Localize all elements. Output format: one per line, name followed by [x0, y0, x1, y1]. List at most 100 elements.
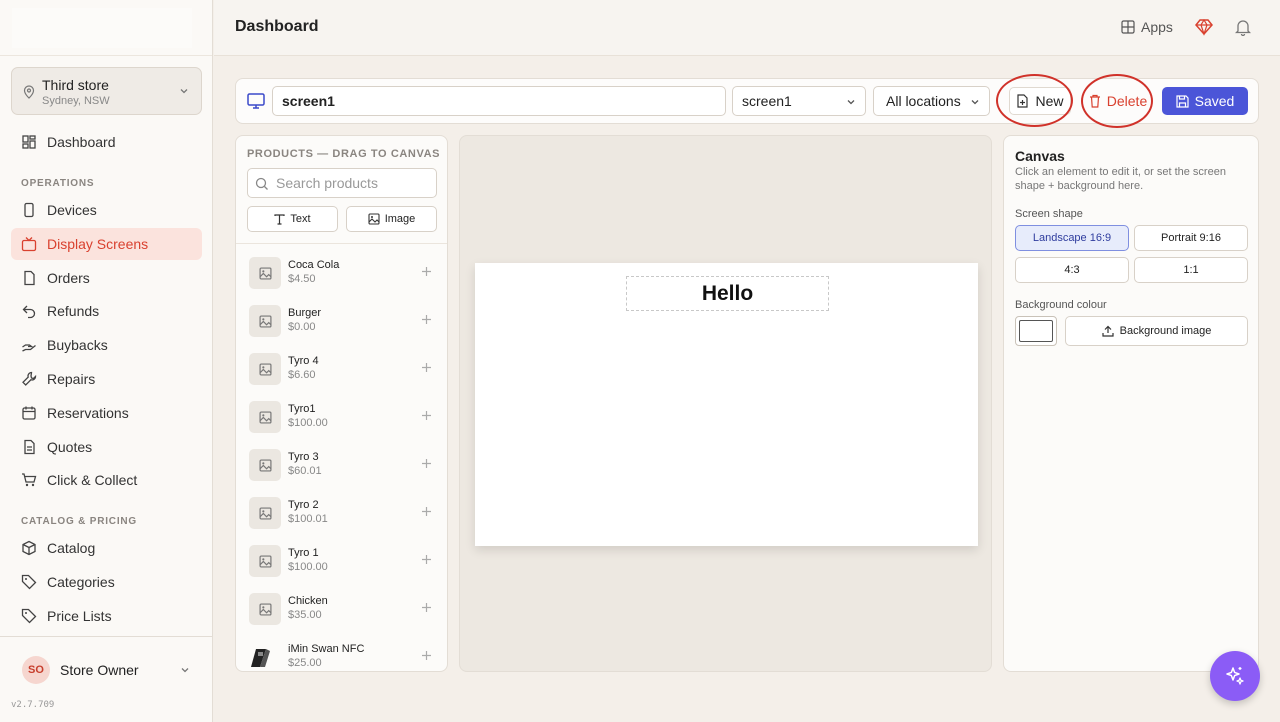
properties-title: Canvas — [1015, 148, 1065, 164]
tag-icon — [21, 574, 37, 590]
screen-canvas[interactable]: Hello — [475, 263, 978, 546]
product-row[interactable]: Tyro 2 $100.01 — [236, 489, 447, 537]
product-row[interactable]: Burger $0.00 — [236, 297, 447, 345]
product-row[interactable]: Coca Cola $4.50 — [236, 249, 447, 297]
sidebar-item-quotes[interactable]: Quotes — [11, 431, 202, 463]
new-button[interactable]: New — [1009, 87, 1071, 115]
sidebar-item-click-collect[interactable]: Click & Collect — [11, 464, 202, 496]
shape-4-3-button[interactable]: 4:3 — [1015, 257, 1129, 283]
sidebar-item-repairs[interactable]: Repairs — [11, 363, 202, 395]
image-tool-label: Image — [384, 213, 416, 225]
dashboard-icon — [21, 134, 37, 150]
sidebar-item-orders[interactable]: Orders — [11, 262, 202, 294]
canvas-stage: Hello — [459, 135, 992, 672]
undo-icon — [21, 303, 37, 319]
product-row[interactable]: Tyro1 $100.00 — [236, 393, 447, 441]
top-bar: Dashboard Apps — [214, 0, 1280, 56]
products-heading: PRODUCTS — DRAG TO CANVAS — [247, 148, 441, 160]
screen-shape-label: Screen shape — [1015, 208, 1083, 220]
image-icon — [368, 213, 385, 225]
nfc-terminal-image — [249, 641, 281, 671]
product-name: Tyro 1 — [288, 547, 319, 559]
sidebar-item-buybacks[interactable]: Buybacks — [11, 329, 202, 361]
saved-button[interactable]: Saved — [1162, 87, 1248, 115]
logo-area — [0, 0, 212, 56]
apps-button[interactable]: Apps — [1121, 19, 1173, 35]
saved-label: Saved — [1194, 93, 1235, 109]
plus-icon[interactable] — [421, 650, 432, 661]
location-select[interactable]: All locations — [873, 86, 990, 116]
properties-panel: Canvas Click an element to edit it, or s… — [1003, 135, 1259, 672]
product-name: Tyro1 — [288, 403, 316, 415]
sidebar-item-display-screens[interactable]: Display Screens — [11, 228, 202, 260]
product-row[interactable]: Chicken $35.00 — [236, 585, 447, 633]
location-select-value: All locations — [886, 93, 961, 109]
colour-preview — [1019, 320, 1053, 342]
search-input[interactable] — [276, 173, 431, 193]
products-panel: PRODUCTS — DRAG TO CANVAS Text Image Coc… — [235, 135, 448, 672]
shape-landscape-button[interactable]: Landscape 16:9 — [1015, 225, 1129, 251]
sidebar-item-label: Catalog — [47, 540, 96, 556]
product-price: $6.60 — [288, 369, 316, 381]
delete-button[interactable]: Delete — [1085, 87, 1151, 115]
background-image-label: Background image — [1119, 325, 1212, 337]
plus-icon[interactable] — [421, 602, 432, 613]
plus-icon[interactable] — [421, 554, 432, 565]
document-icon — [21, 439, 37, 455]
screen-name-input[interactable] — [272, 86, 726, 116]
background-image-button[interactable]: Background image — [1065, 316, 1248, 346]
image-placeholder-icon — [249, 449, 281, 481]
store-name: Third store — [42, 77, 109, 93]
sidebar-item-label: Orders — [47, 270, 90, 286]
logo — [12, 8, 192, 48]
ai-assistant-button[interactable] — [1210, 651, 1260, 701]
background-colour-swatch[interactable] — [1015, 316, 1057, 346]
chevron-down-icon — [180, 665, 190, 675]
sidebar-item-label: Click & Collect — [47, 472, 138, 488]
plus-icon[interactable] — [421, 458, 432, 469]
sidebar-item-label: Quotes — [47, 439, 93, 455]
grid-icon — [1121, 20, 1141, 34]
plus-icon[interactable] — [421, 266, 432, 277]
sidebar-item-label: Dashboard — [47, 134, 116, 150]
plus-icon[interactable] — [421, 506, 432, 517]
tv-icon — [21, 236, 37, 252]
product-row[interactable]: Tyro 3 $60.01 — [236, 441, 447, 489]
canvas-text-element[interactable]: Hello — [626, 276, 829, 311]
shape-1-1-button[interactable]: 1:1 — [1134, 257, 1248, 283]
bell-icon[interactable] — [1235, 18, 1251, 36]
user-menu[interactable]: SO Store Owner v2.7.709 — [0, 636, 213, 722]
sidebar-item-devices[interactable]: Devices — [11, 194, 202, 226]
sidebar-item-label: Repairs — [47, 371, 96, 387]
sidebar: Third store Sydney, NSW Dashboard OPERAT… — [0, 0, 213, 722]
sidebar-item-refunds[interactable]: Refunds — [11, 295, 202, 327]
sidebar-item-dashboard[interactable]: Dashboard — [11, 126, 202, 158]
sidebar-item-price-lists[interactable]: Price Lists — [11, 600, 202, 632]
sidebar-item-label: Reservations — [47, 405, 129, 421]
sidebar-item-reservations[interactable]: Reservations — [11, 397, 202, 429]
product-search[interactable] — [247, 168, 437, 198]
product-row[interactable]: Tyro 1 $100.00 — [236, 537, 447, 585]
sidebar-item-label: Price Lists — [47, 608, 112, 624]
add-image-button[interactable]: Image — [346, 206, 437, 232]
device-icon — [21, 202, 37, 218]
screen-select[interactable]: screen1 — [732, 86, 866, 116]
product-price: $0.00 — [288, 321, 316, 333]
store-selector[interactable]: Third store Sydney, NSW — [11, 67, 202, 115]
plus-icon[interactable] — [421, 314, 432, 325]
sidebar-item-catalog[interactable]: Catalog — [11, 532, 202, 564]
plus-icon[interactable] — [421, 410, 432, 421]
product-row[interactable]: iMin Swan NFC $25.00 — [236, 633, 447, 671]
chevron-down-icon — [970, 97, 980, 107]
sidebar-item-categories[interactable]: Categories — [11, 566, 202, 598]
add-text-button[interactable]: Text — [247, 206, 338, 232]
avatar: SO — [22, 656, 50, 684]
map-pin-icon — [23, 85, 35, 99]
gem-icon[interactable] — [1195, 18, 1213, 36]
shape-portrait-button[interactable]: Portrait 9:16 — [1134, 225, 1248, 251]
chevron-down-icon — [179, 86, 189, 96]
plus-icon[interactable] — [421, 362, 432, 373]
sidebar-item-label: Categories — [47, 574, 115, 590]
product-name: Tyro 3 — [288, 451, 319, 463]
product-row[interactable]: Tyro 4 $6.60 — [236, 345, 447, 393]
